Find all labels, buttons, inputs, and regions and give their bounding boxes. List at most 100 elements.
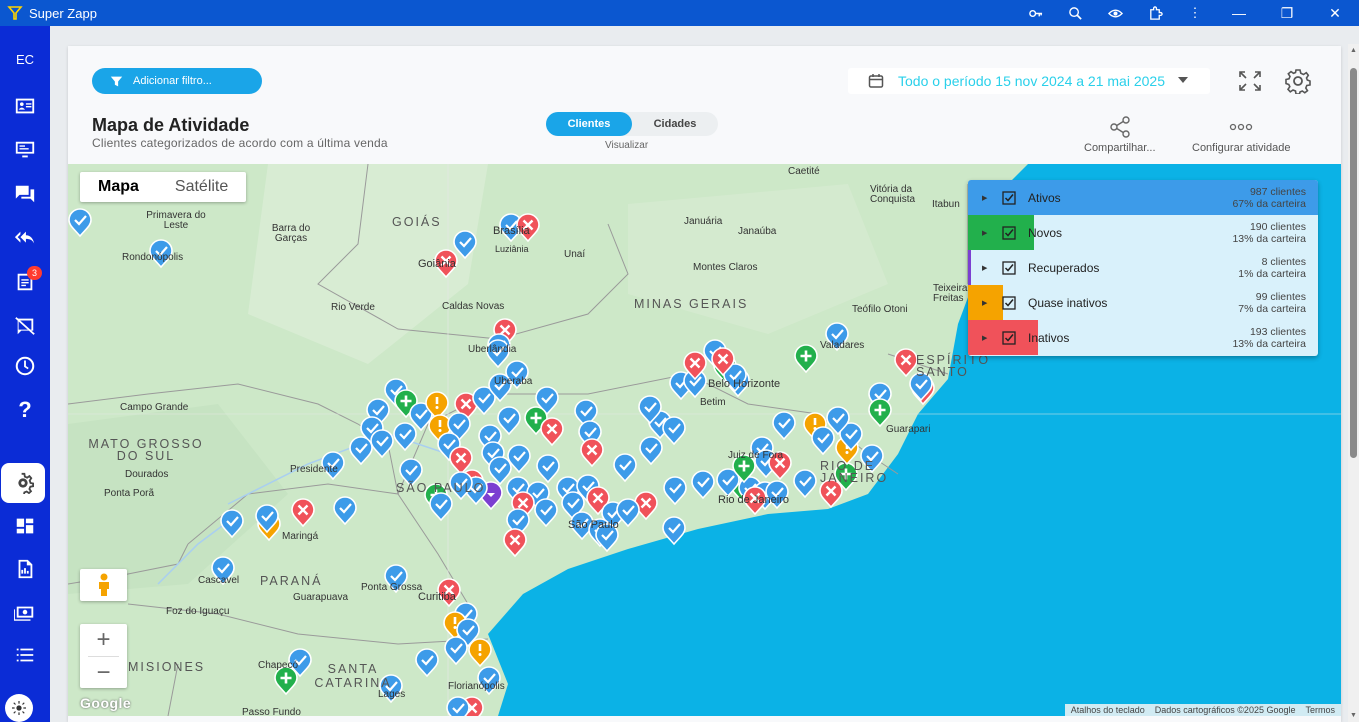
map-label: Barra do Garças [271, 223, 311, 244]
street-view-pegman[interactable] [80, 569, 127, 601]
legend-row-novos[interactable]: ▶ Novos 190 clientes 13% da carteira [968, 215, 1318, 250]
map-label: São Paulo [568, 519, 619, 531]
legend-row-quase-inativos[interactable]: ▶ Quase inativos 99 clientes 7% da cartei… [968, 285, 1318, 320]
checkbox-checked-icon[interactable] [1002, 260, 1016, 275]
legend-row-ativos[interactable]: ▶ Ativos 987 clientes 67% da carteira [968, 180, 1318, 215]
fullscreen-icon[interactable] [1238, 70, 1262, 92]
checkbox-checked-icon[interactable] [1002, 330, 1016, 345]
app-logo-icon [7, 6, 23, 20]
map-label: PARANÁ [260, 574, 323, 588]
legend-label: Ativos [1028, 190, 1061, 205]
legend-count-clients: 987 clientes [1249, 185, 1306, 198]
comment-off-icon[interactable] [0, 308, 50, 344]
eye-icon[interactable] [1095, 0, 1135, 26]
reports-icon[interactable]: 3 [0, 264, 50, 300]
map-label: SANTA CATARINA [314, 662, 392, 690]
map-label: MATO GROSSO DO SUL [88, 437, 204, 463]
chevron-down-icon [1178, 77, 1188, 83]
scroll-up-arrow[interactable]: ▲ [1349, 46, 1358, 55]
map-label: Unaí [564, 249, 586, 260]
expand-arrow-icon[interactable]: ▶ [982, 334, 987, 342]
map-label: Vitória da Conquista [870, 184, 916, 205]
map-label: Teófilo Otoni [852, 304, 908, 315]
expand-arrow-icon[interactable]: ▶ [982, 299, 987, 307]
extension-icon[interactable] [1135, 0, 1175, 26]
toggle-clientes[interactable]: Clientes [546, 112, 632, 136]
checkbox-checked-icon[interactable] [1002, 190, 1016, 205]
share-button[interactable]: Compartilhar... [1084, 116, 1156, 154]
settings-icon[interactable] [1, 463, 45, 503]
toggle-caption: Visualizar [605, 140, 649, 151]
user-initials[interactable]: EC [0, 41, 50, 77]
share-label: Compartilhar... [1084, 142, 1156, 154]
map-label: Itabun [932, 199, 960, 210]
map-label: Maringá [282, 531, 319, 542]
legend-label: Quase inativos [1028, 295, 1108, 310]
zoom-icon[interactable] [1055, 0, 1095, 26]
expand-arrow-icon[interactable]: ▶ [982, 194, 987, 202]
key-icon[interactable] [1015, 0, 1055, 26]
legend-count: 8 clientes 1% da carteira [1238, 256, 1306, 280]
more-vert-icon[interactable]: ⋮ [1175, 0, 1215, 26]
window-titlebar: Super Zapp ⋮ — ❐ ✕ [0, 0, 1359, 26]
toggle-cidades[interactable]: Cidades [632, 112, 718, 136]
map-label: MINAS GERAIS [634, 297, 749, 311]
keyboard-shortcuts-link[interactable]: Atalhos do teclado [1071, 705, 1145, 715]
scroll-thumb[interactable] [1350, 68, 1357, 458]
legend-count: 987 clientes 67% da carteira [1232, 186, 1306, 210]
help-icon[interactable]: ? [0, 392, 50, 428]
map-type-satelite[interactable]: Satélite [157, 172, 246, 202]
zoom-out-button[interactable]: − [80, 657, 127, 689]
legend-row-recuperados[interactable]: ▶ Recuperados 8 clientes 1% da carteira [968, 250, 1318, 285]
page-scrollbar[interactable]: ▲ ▼ [1348, 44, 1359, 722]
minimize-button[interactable]: — [1215, 0, 1263, 26]
map-label: Uberaba [494, 376, 533, 387]
add-filter-button[interactable]: Adicionar filtro... [92, 68, 262, 94]
checkbox-checked-icon[interactable] [1002, 295, 1016, 310]
checkbox-checked-icon[interactable] [1002, 225, 1016, 240]
map-label: GOIÁS [392, 215, 442, 229]
close-window-button[interactable]: ✕ [1311, 0, 1359, 26]
map-label: Januária [684, 216, 723, 227]
reply-all-icon[interactable] [0, 220, 50, 256]
map-label: Uberlândia [468, 344, 517, 355]
window-title: Super Zapp [29, 5, 97, 21]
clock-icon[interactable] [0, 348, 50, 384]
expand-arrow-icon[interactable]: ▶ [982, 264, 987, 272]
dashboard-icon[interactable] [0, 508, 50, 544]
legend-count-clients: 8 clientes [1261, 255, 1306, 268]
map-type-mapa[interactable]: Mapa [80, 172, 157, 202]
map-type-control: Mapa Satélite [80, 172, 247, 202]
map-label: Betim [700, 397, 726, 408]
legend-row-inativos[interactable]: ▶ Inativos 193 clientes 13% da carteira [968, 320, 1318, 355]
money-icon[interactable] [0, 595, 50, 631]
map-label: Passo Fundo [242, 707, 301, 716]
map-label: SÃO PAULO [396, 481, 486, 495]
sun-icon [12, 701, 26, 715]
scroll-down-arrow[interactable]: ▼ [1349, 711, 1358, 720]
list-icon[interactable] [0, 637, 50, 673]
restore-button[interactable]: ❐ [1263, 0, 1311, 26]
zoom-in-button[interactable]: + [80, 624, 127, 656]
map-label: Florianópolis [448, 681, 505, 692]
map-label: Guarapari [886, 424, 931, 435]
map-label: Brasília [493, 225, 530, 237]
document-chart-icon[interactable] [0, 551, 50, 587]
chat-icon[interactable] [0, 176, 50, 212]
legend-count-share: 13% da carteira [1232, 232, 1306, 245]
calendar-icon [868, 74, 884, 88]
legend-color-bar [968, 250, 971, 285]
settings-gear-icon[interactable] [1285, 68, 1311, 95]
map-attribution: Atalhos do teclado Dados cartográficos ©… [1064, 704, 1341, 716]
expand-arrow-icon[interactable]: ▶ [982, 229, 987, 237]
configure-activity-button[interactable]: Configurar atividade [1192, 116, 1290, 154]
page-title: Mapa de Atividade [92, 115, 250, 135]
activity-map[interactable]: Mapa Satélite Caetité Vitória da Conquis… [68, 164, 1341, 716]
legend-color-bar [968, 215, 1034, 250]
date-range-select[interactable]: Todo o período 15 nov 2024 a 21 mai 2025 [848, 68, 1210, 94]
terms-link[interactable]: Termos [1305, 705, 1335, 715]
contact-card-icon[interactable] [0, 88, 50, 124]
initials-text: EC [15, 51, 35, 67]
monitor-icon[interactable] [0, 132, 50, 168]
theme-toggle-button[interactable] [5, 694, 33, 722]
